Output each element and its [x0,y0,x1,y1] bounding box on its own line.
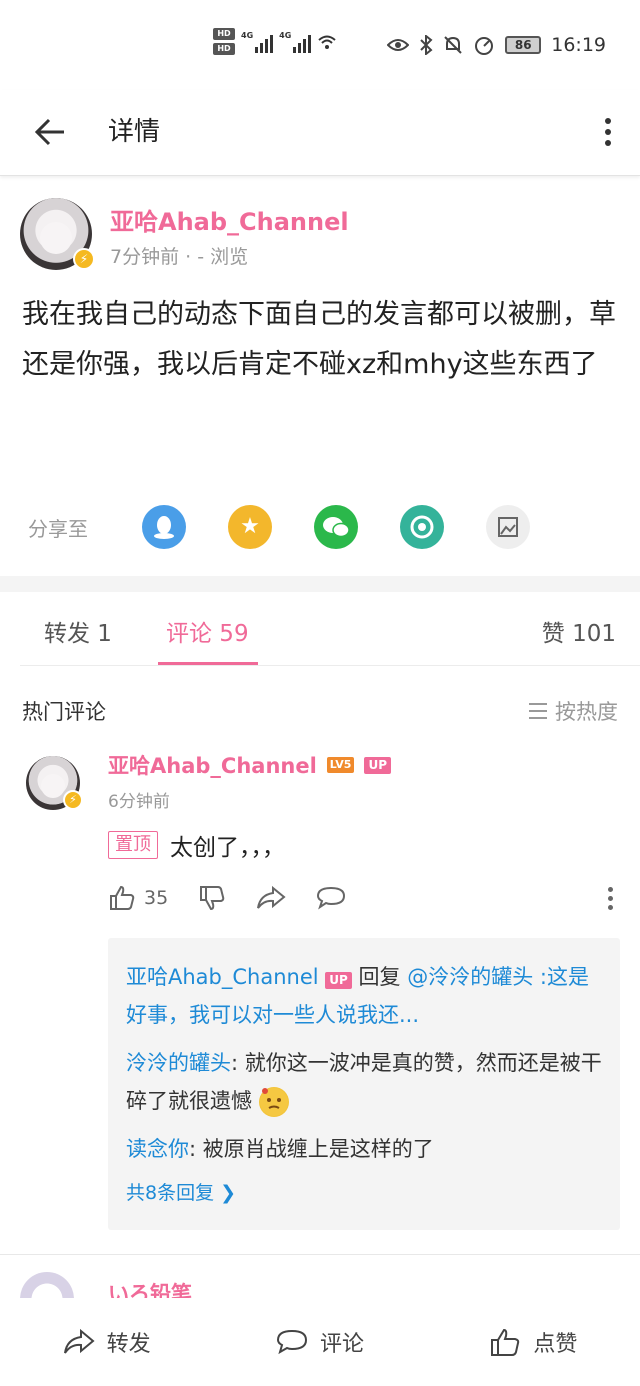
divider [0,1254,640,1255]
speed-icon [475,37,494,55]
comment-body: 置顶 太创了，，， [108,828,285,862]
bottom-forward-label: 转发 [106,1332,151,1357]
up-badge: UP [364,756,391,774]
bottom-like-label: 点赞 [533,1332,578,1357]
bottom-action-bar: 转发 评论 点赞 [0,1298,640,1386]
dislike-button[interactable] [198,884,226,912]
share-label: 分享至 [28,516,88,541]
thumbs-up-icon [491,1328,520,1356]
reply-item[interactable]: 亚哈Ahab_Channel UP 回复 @泠泠的罐头 :这是好事，我可以对一些… [126,958,602,1034]
up-badge: UP [325,972,352,989]
comment-more-button[interactable] [600,883,620,913]
sort-icon [529,703,547,719]
reply-item[interactable]: 泠泠的罐头: 就你这一波冲是真的赞，然而还是被干碎了就很遗憾 [126,1044,602,1120]
reply-mention[interactable]: @泠泠的罐头 [407,965,533,989]
reply-preview-box[interactable]: 亚哈Ahab_Channel UP 回复 @泠泠的罐头 :这是好事，我可以对一些… [108,938,620,1230]
pinned-badge: 置顶 [108,831,158,859]
comment-bubble-icon [276,1329,307,1355]
status-bar: HD HD 4G 4G 86 16:19 [0,0,640,90]
commenter-avatar[interactable] [20,1272,74,1298]
battery-indicator: 86 [505,36,542,54]
tab-like[interactable]: 赞 101 [542,614,616,648]
bottom-like-button[interactable]: 点赞 [427,1326,640,1358]
thumbs-down-icon [200,886,225,911]
hd-indicator: HD HD [213,28,235,55]
reply-button[interactable] [316,885,346,911]
moments-icon[interactable] [400,505,444,549]
like-button[interactable]: 35 [108,884,168,912]
next-comment-peek: いろ铅笔 [20,1272,620,1298]
section-divider [0,576,640,592]
comment-time: 6分钟前 [108,792,170,812]
share-row: 分享至 ★ [28,505,530,549]
reply-item[interactable]: 读念你: 被原肖战缠上是这样的了 [126,1130,602,1168]
app-header: 详情 [0,90,640,176]
signal-icon: 4G [241,31,274,53]
tab-comment[interactable]: 评论 59 [166,614,249,648]
post-line: 还是你强，我以后肯定不碰xz和mhy这些东西了 [22,349,598,380]
post-content: 我在我自己的动态下面自己的发言都可以被删，草 还是你强，我以后肯定不碰xz和mh… [22,290,622,390]
divider [20,665,640,666]
verified-badge-icon: ⚡ [73,248,95,270]
comment-text: 太创了，，， [170,835,285,861]
bottom-forward-button[interactable]: 转发 [0,1326,213,1358]
emoji-icon [258,1087,289,1117]
hd1-label: HD [213,28,235,40]
reply-author[interactable]: 亚哈Ahab_Channel [126,965,319,989]
clock: 16:19 [551,34,606,56]
verified-badge-icon: ⚡ [63,790,83,810]
comment-author-name[interactable]: 亚哈Ahab_Channel [108,750,317,780]
comment-author-name[interactable]: いろ铅笔 [108,1278,192,1298]
arrow-left-icon [34,118,64,146]
thumbs-up-icon [110,885,135,910]
hd2-label: HD [213,43,235,55]
reply-verb: 回复 [358,965,408,989]
wifi-icon [318,35,336,49]
reply-author[interactable]: 读念你 [126,1137,189,1161]
share-icon [63,1328,95,1354]
tab-bar: 转发 1 评论 59 赞 101 [0,592,640,666]
reply-author[interactable]: 泠泠的罐头 [126,1051,231,1075]
back-button[interactable] [30,112,70,152]
share-icon [257,885,286,909]
network-indicators: HD HD 4G 4G [213,28,337,55]
sort-label: 按热度 [555,700,618,724]
signal-icon: 4G [279,31,312,53]
bottom-comment-button[interactable]: 评论 [213,1326,426,1358]
level-badge: LV5 [326,757,355,773]
like-count: 35 [144,887,169,909]
more-menu-button[interactable] [598,110,618,154]
tab-forward[interactable]: 转发 1 [44,614,112,648]
author-avatar[interactable]: ⚡ [20,198,95,270]
comment-bubble-icon [317,886,346,910]
page-title: 详情 [108,117,161,147]
hot-comments-title: 热门评论 [22,700,106,724]
bottom-comment-label: 评论 [319,1332,364,1357]
status-right: 86 16:19 [387,34,606,56]
post-meta: 7分钟前 · - 浏览 [110,246,249,268]
commenter-avatar[interactable]: ⚡ [26,756,83,810]
qq-icon[interactable] [142,505,186,549]
mute-icon [444,36,462,54]
post-line: 我在我自己的动态下面自己的发言都可以被删，草 [22,299,616,330]
chevron-right-icon: ❯ [220,1182,237,1204]
post-author-name[interactable]: 亚哈Ahab_Channel [110,202,349,237]
bluetooth-icon [420,35,433,55]
share-button[interactable] [256,885,286,911]
view-all-replies-label: 共8条回复 [126,1182,215,1204]
view-all-replies-link[interactable]: 共8条回复 ❯ [126,1178,602,1205]
comment-actions: 35 [108,880,620,916]
qzone-icon[interactable]: ★ [228,505,272,549]
comment-author: 亚哈Ahab_Channel LV5 UP [108,750,391,780]
eye-icon [387,39,410,51]
reply-text: : 被原肖战缠上是这样的了 [189,1137,434,1161]
save-image-icon[interactable] [486,505,530,549]
wechat-icon[interactable] [314,505,358,549]
sort-button[interactable]: 按热度 [529,696,618,726]
